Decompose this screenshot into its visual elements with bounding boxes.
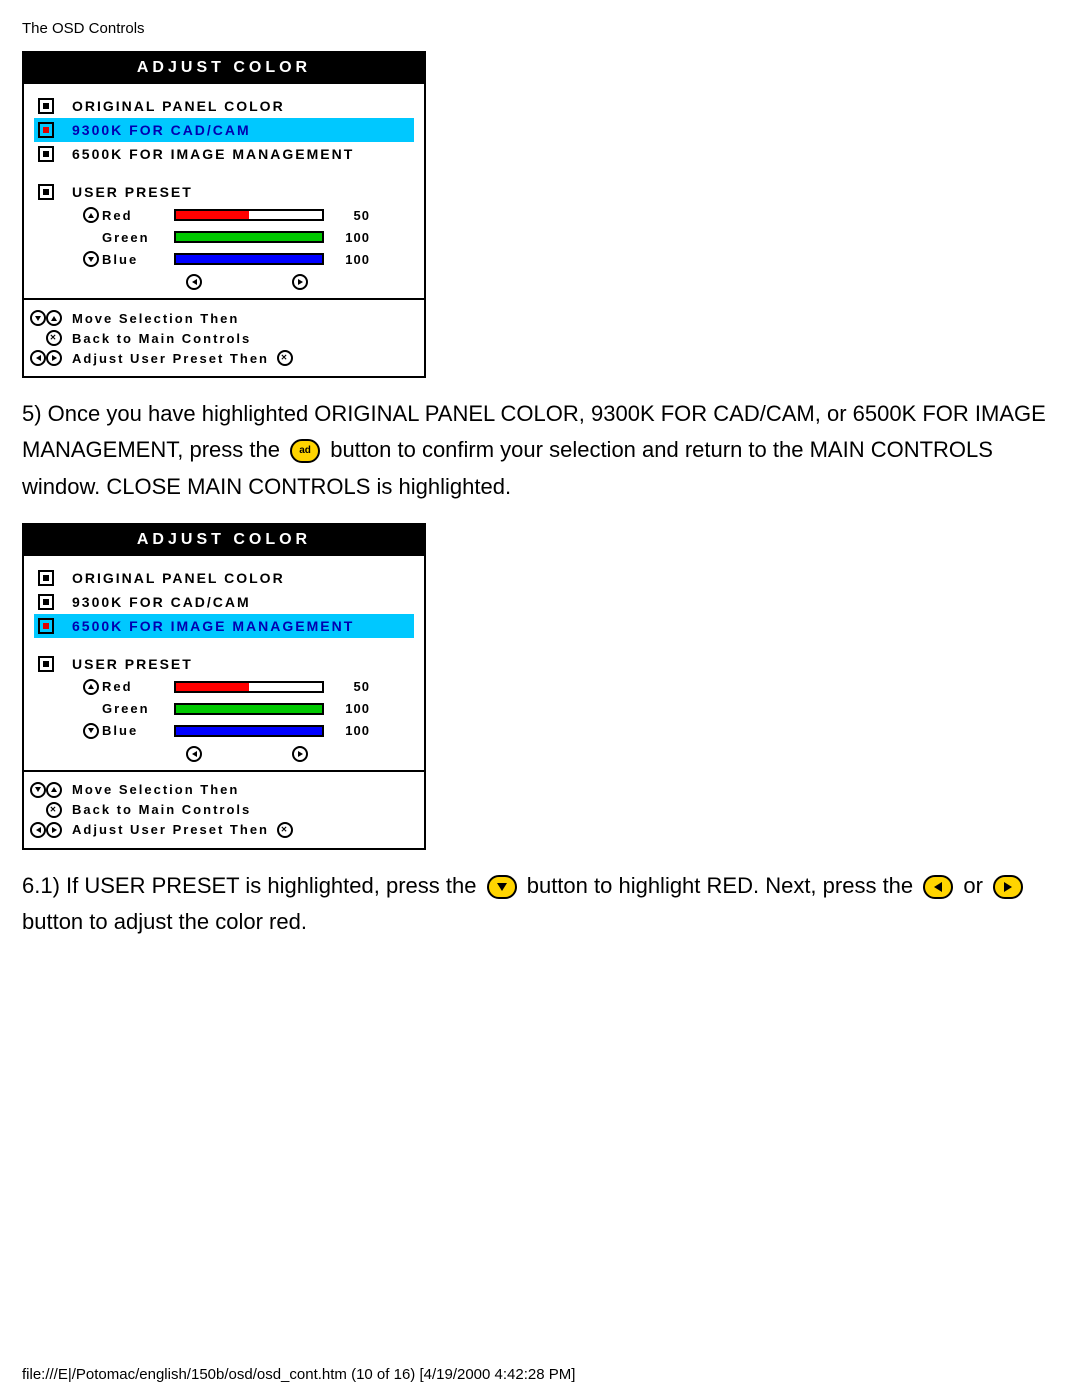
square-icon	[38, 122, 54, 138]
hint-text: Back to Main Controls	[72, 331, 251, 346]
option-9300k[interactable]: 9300K for CAD/CAM	[34, 118, 414, 142]
option-6500k[interactable]: 6500K for Image Management	[34, 142, 414, 166]
osd-hints: Move Selection Then Back to Main Control…	[24, 298, 424, 376]
step-5-text: 5) Once you have highlighted ORIGINAL PA…	[22, 396, 1058, 505]
option-6500k[interactable]: 6500K for Image Management	[34, 614, 414, 638]
rgb-value: 100	[334, 230, 370, 245]
rgb-row-green: Green 100	[34, 226, 414, 248]
step-6-text: 6.1) If USER PRESET is highlighted, pres…	[22, 868, 1058, 941]
rgb-row-red: Red 50	[34, 676, 414, 698]
option-label: User Preset	[72, 184, 193, 200]
bar-red	[174, 681, 324, 693]
rgb-label: Blue	[102, 723, 174, 738]
page-footer: file:///E|/Potomac/english/150b/osd/osd_…	[22, 1366, 575, 1383]
right-icon	[46, 822, 62, 838]
down-icon	[83, 251, 99, 267]
square-icon	[38, 594, 54, 610]
up-icon	[46, 782, 62, 798]
square-icon	[38, 618, 54, 634]
osd-panel-1: Adjust Color Original Panel Color 9300K …	[22, 51, 426, 378]
right-icon	[292, 746, 308, 762]
hint-text: Back to Main Controls	[72, 802, 251, 817]
bar-blue	[174, 253, 324, 265]
osd-hints: Move Selection Then Back to Main Control…	[24, 770, 424, 848]
bar-red	[174, 209, 324, 221]
rgb-label: Green	[102, 230, 174, 245]
rgb-value: 100	[334, 723, 370, 738]
x-icon	[46, 802, 62, 818]
right-icon	[292, 274, 308, 290]
rgb-value: 50	[334, 208, 370, 223]
up-icon	[46, 310, 62, 326]
down-icon	[83, 723, 99, 739]
x-icon	[46, 330, 62, 346]
option-label: 6500K for Image Management	[72, 618, 354, 634]
hint-text: Move Selection Then	[72, 311, 239, 326]
osd-title: Adjust Color	[24, 525, 424, 556]
rgb-value: 50	[334, 679, 370, 694]
down-button-icon	[487, 875, 517, 899]
rgb-value: 100	[334, 252, 370, 267]
down-icon	[30, 310, 46, 326]
option-label: 9300K for CAD/CAM	[72, 594, 251, 610]
option-original[interactable]: Original Panel Color	[34, 566, 414, 590]
rgb-label: Green	[102, 701, 174, 716]
option-user-preset[interactable]: User Preset	[34, 180, 414, 204]
option-9300k[interactable]: 9300K for CAD/CAM	[34, 590, 414, 614]
rgb-label: Red	[102, 679, 174, 694]
right-button-icon	[993, 875, 1023, 899]
osd-title: Adjust Color	[24, 53, 424, 84]
rgb-row-red: Red 50	[34, 204, 414, 226]
left-icon	[186, 274, 202, 290]
hint-text: Adjust User Preset Then	[72, 351, 269, 366]
bar-green	[174, 231, 324, 243]
x-icon	[277, 822, 293, 838]
left-icon	[30, 350, 46, 366]
up-icon	[83, 679, 99, 695]
rgb-label: Blue	[102, 252, 174, 267]
rgb-label: Red	[102, 208, 174, 223]
rgb-row-green: Green 100	[34, 698, 414, 720]
rgb-row-blue: Blue 100	[34, 248, 414, 270]
hint-text: Move Selection Then	[72, 782, 239, 797]
option-label: Original Panel Color	[72, 570, 285, 586]
bar-green	[174, 703, 324, 715]
ok-button-icon: ad	[290, 439, 320, 463]
option-label: 9300K for CAD/CAM	[72, 122, 251, 138]
square-icon	[38, 98, 54, 114]
left-button-icon	[923, 875, 953, 899]
option-label: Original Panel Color	[72, 98, 285, 114]
square-icon	[38, 184, 54, 200]
square-icon	[38, 146, 54, 162]
left-icon	[30, 822, 46, 838]
down-icon	[30, 782, 46, 798]
up-icon	[83, 207, 99, 223]
option-label: 6500K for Image Management	[72, 146, 354, 162]
rgb-value: 100	[334, 701, 370, 716]
hint-text: Adjust User Preset Then	[72, 822, 269, 837]
osd-panel-2: Adjust Color Original Panel Color 9300K …	[22, 523, 426, 850]
page-header: The OSD Controls	[22, 20, 1058, 37]
option-original[interactable]: Original Panel Color	[34, 94, 414, 118]
left-icon	[186, 746, 202, 762]
square-icon	[38, 656, 54, 672]
x-icon	[277, 350, 293, 366]
square-icon	[38, 570, 54, 586]
option-label: User Preset	[72, 656, 193, 672]
right-icon	[46, 350, 62, 366]
bar-blue	[174, 725, 324, 737]
option-user-preset[interactable]: User Preset	[34, 652, 414, 676]
rgb-row-blue: Blue 100	[34, 720, 414, 742]
